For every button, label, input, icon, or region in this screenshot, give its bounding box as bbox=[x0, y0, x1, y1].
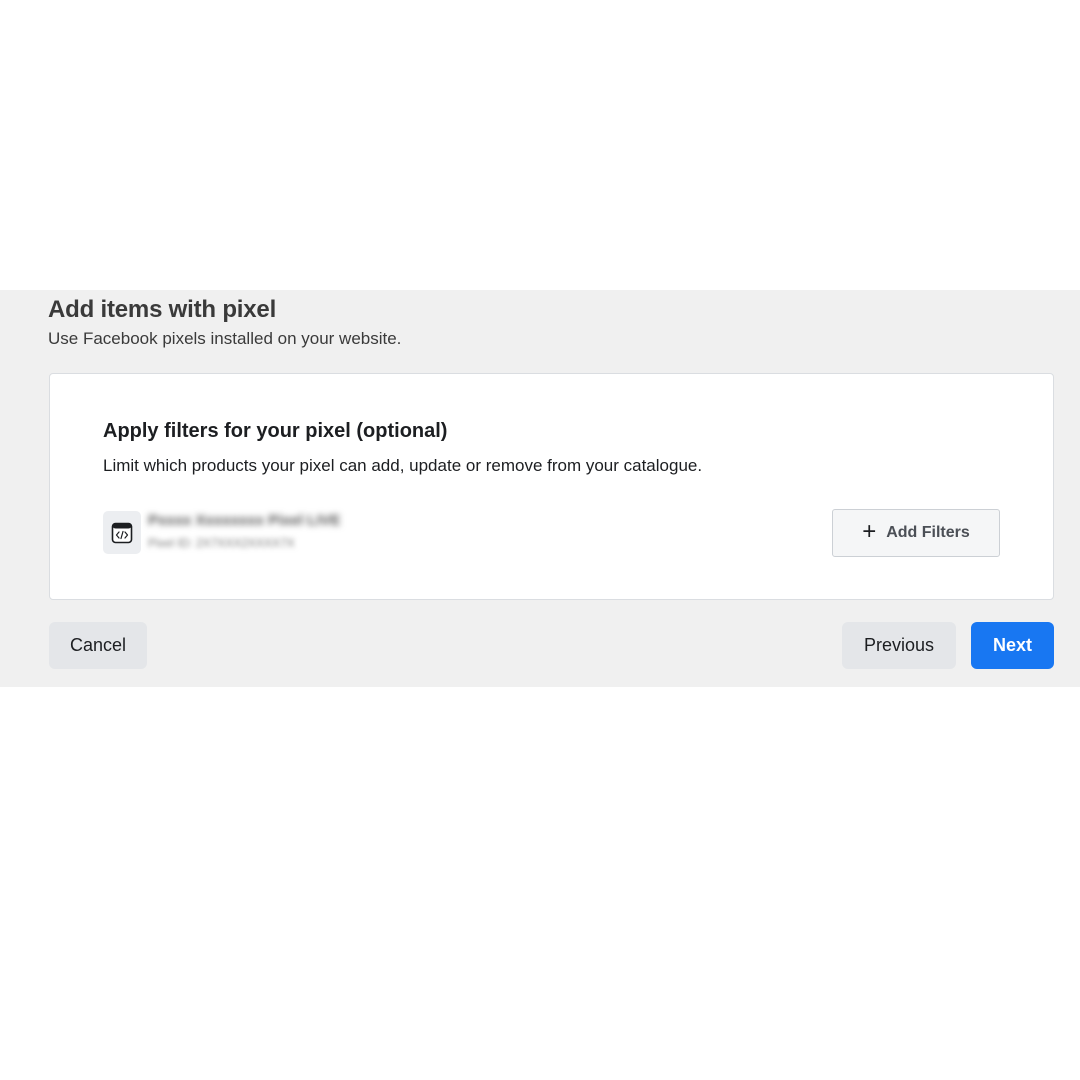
card-title: Apply filters for your pixel (optional) bbox=[103, 420, 448, 442]
pixel-name: Pxxxx Xxxxxxxx Pixel LIVE bbox=[148, 512, 341, 529]
code-icon bbox=[103, 511, 141, 554]
page-title: Add items with pixel bbox=[48, 296, 277, 323]
add-filters-button[interactable]: + Add Filters bbox=[832, 509, 1000, 557]
pixel-filter-card: Apply filters for your pixel (optional) … bbox=[49, 373, 1054, 600]
cancel-button[interactable]: Cancel bbox=[49, 622, 147, 669]
next-button[interactable]: Next bbox=[971, 622, 1054, 669]
page-subtitle: Use Facebook pixels installed on your we… bbox=[48, 329, 402, 348]
add-filters-label: Add Filters bbox=[886, 524, 970, 541]
pixel-id: Pixel ID: 2X7XXX2XXXX7X bbox=[148, 536, 295, 550]
plus-icon: + bbox=[862, 518, 877, 545]
card-description: Limit which products your pixel can add,… bbox=[103, 456, 703, 475]
previous-button[interactable]: Previous bbox=[842, 622, 956, 669]
